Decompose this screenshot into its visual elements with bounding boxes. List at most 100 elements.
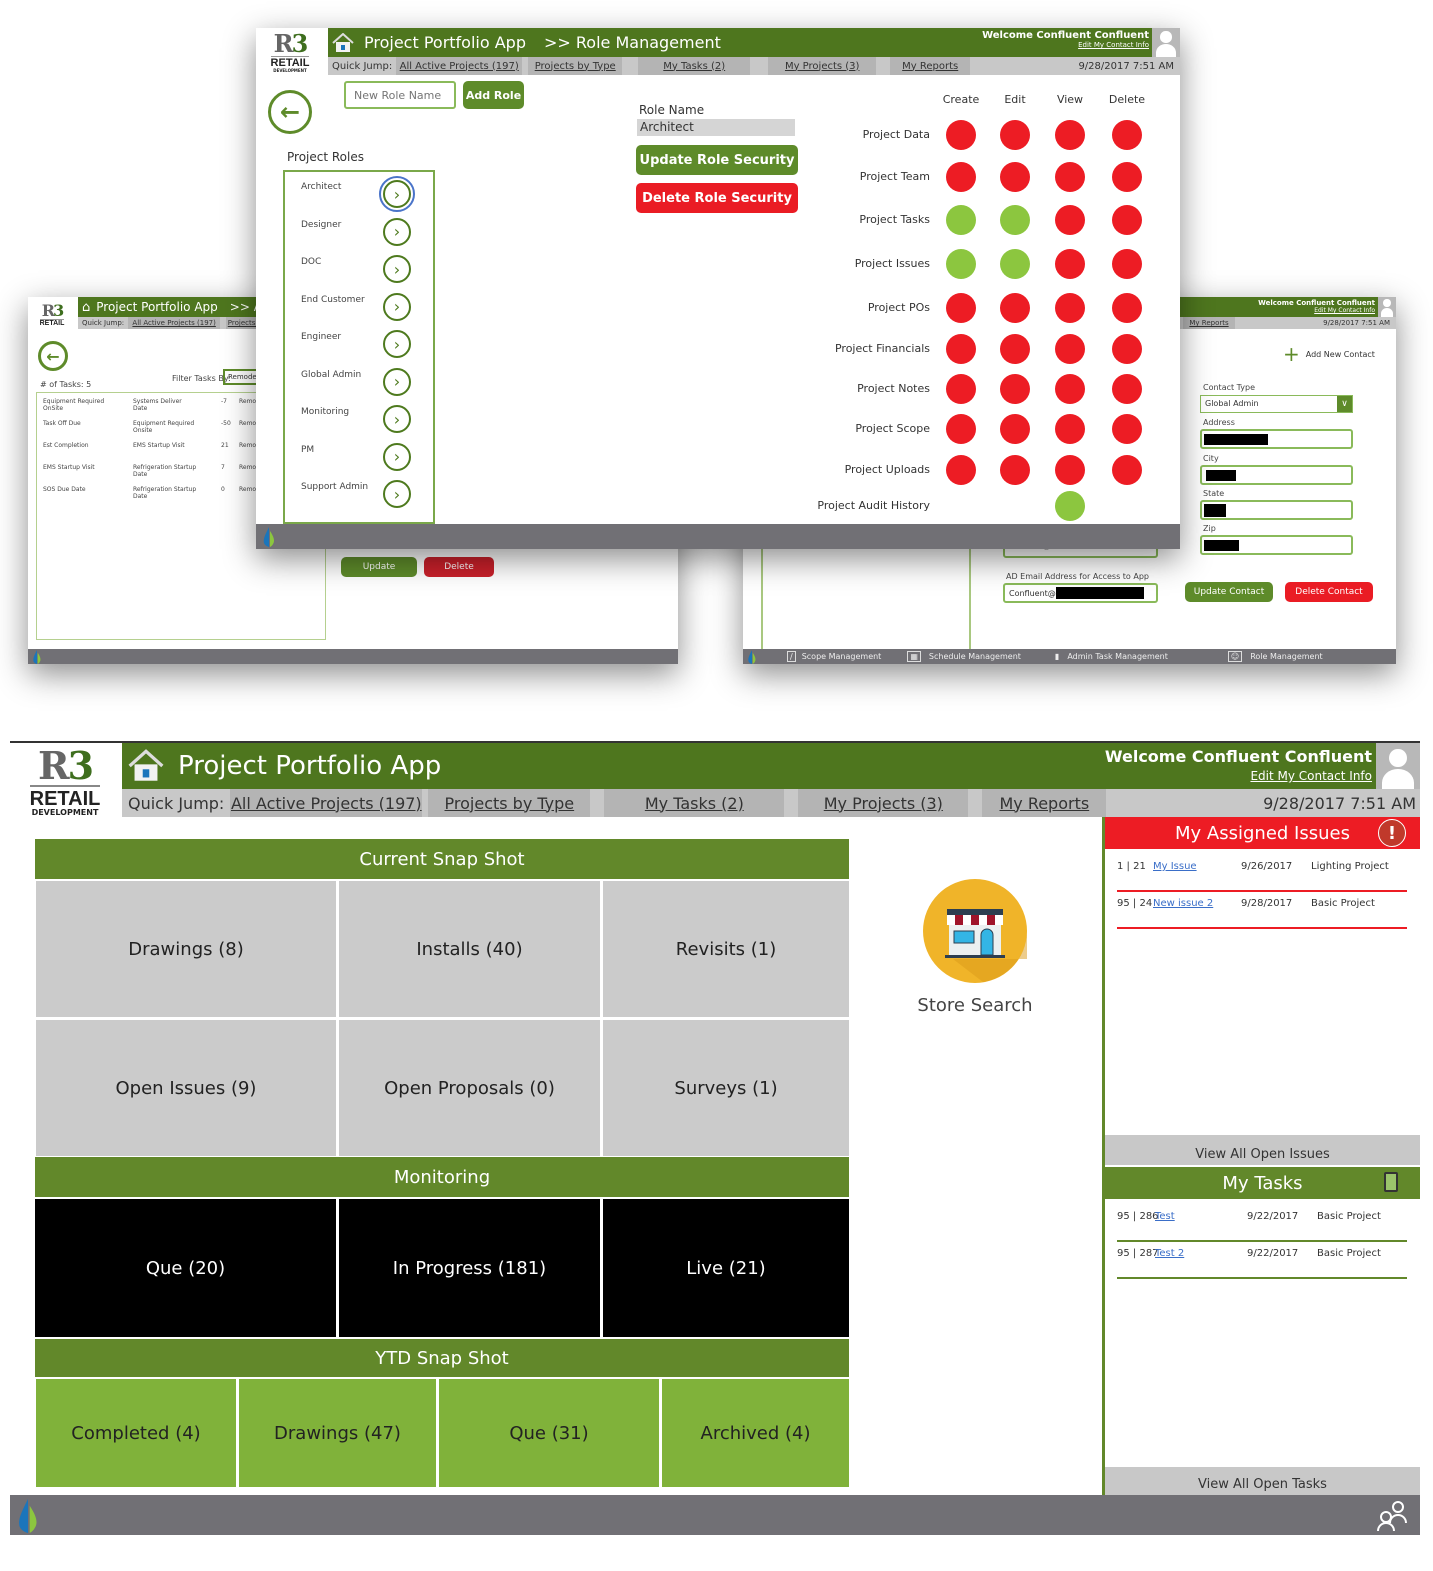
permission-toggle-deny[interactable] bbox=[1112, 249, 1142, 279]
update-contact-button[interactable]: Update Contact bbox=[1185, 582, 1273, 602]
permission-toggle-deny[interactable] bbox=[1000, 455, 1030, 485]
permission-toggle-deny[interactable] bbox=[1000, 414, 1030, 444]
chevron-right-icon[interactable]: › bbox=[379, 176, 415, 212]
dashboard-tile[interactable]: Revisits (1) bbox=[603, 881, 849, 1017]
ad-email-field[interactable]: Confluent@ bbox=[1003, 583, 1158, 603]
user-avatar[interactable] bbox=[1376, 743, 1420, 789]
quick-jump-my-reports[interactable]: My Reports bbox=[890, 57, 971, 75]
role-item[interactable]: Monitoring › bbox=[285, 405, 433, 441]
role-item[interactable]: Engineer › bbox=[285, 330, 433, 366]
store-search-button[interactable]: Store Search bbox=[915, 879, 1035, 1016]
permission-toggle-deny[interactable] bbox=[1112, 455, 1142, 485]
state-field[interactable] bbox=[1200, 500, 1353, 520]
quick-jump-my-projects[interactable]: My Projects (3) bbox=[768, 57, 877, 75]
role-item[interactable]: Architect › bbox=[285, 176, 433, 216]
permission-toggle-deny[interactable] bbox=[1000, 334, 1030, 364]
permission-toggle-deny[interactable] bbox=[946, 455, 976, 485]
permission-toggle-deny[interactable] bbox=[1055, 249, 1085, 279]
dashboard-tile[interactable]: Completed (4) bbox=[36, 1379, 236, 1487]
dashboard-tile[interactable]: Open Proposals (0) bbox=[339, 1020, 600, 1156]
quick-jump-my-tasks[interactable]: My Tasks (2) bbox=[638, 57, 751, 75]
permission-toggle-deny[interactable] bbox=[1112, 162, 1142, 192]
dashboard-tile[interactable]: Live (21) bbox=[603, 1199, 849, 1337]
home-icon[interactable]: ⌂ bbox=[82, 300, 90, 315]
permission-toggle-deny[interactable] bbox=[1055, 334, 1085, 364]
permission-toggle-allow[interactable] bbox=[946, 205, 976, 235]
dashboard-tile[interactable]: Que (31) bbox=[439, 1379, 659, 1487]
permission-toggle-allow[interactable] bbox=[1000, 249, 1030, 279]
quick-jump-all-active[interactable]: All Active Projects (197) bbox=[230, 789, 423, 817]
dashboard-tile[interactable]: In Progress (181) bbox=[339, 1199, 600, 1337]
permission-toggle-deny[interactable] bbox=[1112, 293, 1142, 323]
permission-toggle-deny[interactable] bbox=[1055, 455, 1085, 485]
chevron-right-icon[interactable]: › bbox=[383, 255, 411, 283]
chevron-right-icon[interactable]: › bbox=[383, 217, 411, 246]
dashboard-tile[interactable]: Surveys (1) bbox=[603, 1020, 849, 1156]
permission-toggle-deny[interactable] bbox=[1112, 120, 1142, 150]
dashboard-tile[interactable]: Drawings (47) bbox=[239, 1379, 436, 1487]
permission-toggle-deny[interactable] bbox=[1055, 162, 1085, 192]
update-role-security-button[interactable]: Update Role Security bbox=[636, 145, 798, 175]
add-contact-button[interactable]: + Add New Contact bbox=[1283, 344, 1375, 364]
quick-jump-by-type[interactable]: Projects by Type bbox=[528, 57, 623, 75]
user-avatar[interactable] bbox=[1378, 297, 1396, 317]
permission-toggle-deny[interactable] bbox=[946, 120, 976, 150]
role-item[interactable]: DOC › bbox=[285, 255, 433, 291]
chevron-right-icon[interactable]: › bbox=[383, 442, 411, 471]
permission-toggle-deny[interactable] bbox=[1055, 205, 1085, 235]
permission-toggle-deny[interactable] bbox=[946, 414, 976, 444]
footer-nav-admin-task[interactable]: ▮ Admin Task Management bbox=[1055, 652, 1168, 661]
list-item[interactable]: 95 | 24 New issue 2 9/28/2017 Basic Project bbox=[1117, 892, 1407, 929]
quick-jump-my-tasks[interactable]: My Tasks (2) bbox=[604, 789, 785, 817]
role-item[interactable]: Support Admin › bbox=[285, 480, 433, 516]
quick-jump-my-reports[interactable]: My Reports bbox=[982, 789, 1107, 817]
back-button[interactable]: ← bbox=[268, 90, 312, 134]
permission-toggle-deny[interactable] bbox=[1000, 293, 1030, 323]
new-role-input[interactable] bbox=[344, 81, 456, 109]
delete-role-security-button[interactable]: Delete Role Security bbox=[636, 183, 798, 213]
role-item[interactable]: Designer › bbox=[285, 217, 433, 254]
update-button[interactable]: Update bbox=[341, 557, 417, 577]
quick-jump-my-reports[interactable]: My Reports bbox=[1183, 317, 1235, 329]
permission-toggle-deny[interactable] bbox=[1112, 334, 1142, 364]
permission-toggle-deny[interactable] bbox=[946, 334, 976, 364]
footer-nav-schedule[interactable]: ▦ Schedule Management bbox=[907, 651, 1021, 662]
quick-jump-all-active[interactable]: All Active Projects (197) bbox=[396, 57, 523, 75]
add-role-button[interactable]: Add Role bbox=[463, 81, 524, 109]
quick-jump-by-type[interactable]: Projects by Type bbox=[428, 789, 591, 817]
contact-type-dropdown[interactable]: Global Admin ∨ bbox=[1200, 395, 1353, 413]
chevron-right-icon[interactable]: › bbox=[383, 405, 411, 433]
footer-nav-scope[interactable]: ∕ Scope Management bbox=[787, 651, 881, 662]
permission-toggle-deny[interactable] bbox=[946, 293, 976, 323]
item-link[interactable]: New issue 2 bbox=[1153, 898, 1213, 909]
permission-toggle-deny[interactable] bbox=[1000, 374, 1030, 404]
zip-field[interactable] bbox=[1200, 535, 1353, 555]
permission-toggle-allow[interactable] bbox=[946, 249, 976, 279]
city-field[interactable] bbox=[1200, 465, 1353, 485]
role-name-field[interactable]: Architect bbox=[637, 119, 795, 136]
list-item[interactable]: 95 | 287 Test 2 9/22/2017 Basic Project bbox=[1117, 1242, 1407, 1279]
delete-contact-button[interactable]: Delete Contact bbox=[1285, 582, 1373, 602]
dashboard-tile[interactable]: Open Issues (9) bbox=[36, 1020, 336, 1156]
permission-toggle-deny[interactable] bbox=[1055, 293, 1085, 323]
home-icon[interactable] bbox=[332, 32, 354, 53]
view-all-issues-button[interactable]: View All Open Issues bbox=[1105, 1135, 1420, 1165]
permission-toggle-deny[interactable] bbox=[1055, 414, 1085, 444]
edit-contact-link[interactable]: Edit My Contact Info bbox=[1090, 769, 1372, 783]
list-item[interactable]: 1 | 21 My Issue 9/26/2017 Lighting Project bbox=[1117, 855, 1407, 892]
item-link[interactable]: My Issue bbox=[1153, 861, 1197, 872]
dashboard-tile[interactable]: Installs (40) bbox=[339, 881, 600, 1017]
delete-button[interactable]: Delete bbox=[424, 557, 494, 577]
dashboard-tile[interactable]: Drawings (8) bbox=[36, 881, 336, 1017]
permission-toggle-deny[interactable] bbox=[1000, 120, 1030, 150]
permission-toggle-deny[interactable] bbox=[1112, 374, 1142, 404]
role-item[interactable]: PM › bbox=[285, 442, 433, 479]
view-all-tasks-button[interactable]: View All Open Tasks bbox=[1105, 1467, 1420, 1495]
list-item[interactable]: 95 | 286 Test 9/22/2017 Basic Project bbox=[1117, 1205, 1407, 1242]
chevron-right-icon[interactable]: › bbox=[383, 330, 411, 358]
role-item[interactable]: End Customer › bbox=[285, 292, 433, 329]
permission-toggle-allow[interactable] bbox=[1000, 205, 1030, 235]
quick-jump-all-active[interactable]: All Active Projects (197) bbox=[128, 317, 221, 329]
footer-nav-role[interactable]: ☺ Role Management bbox=[1227, 651, 1323, 662]
users-icon[interactable] bbox=[1376, 1499, 1408, 1531]
